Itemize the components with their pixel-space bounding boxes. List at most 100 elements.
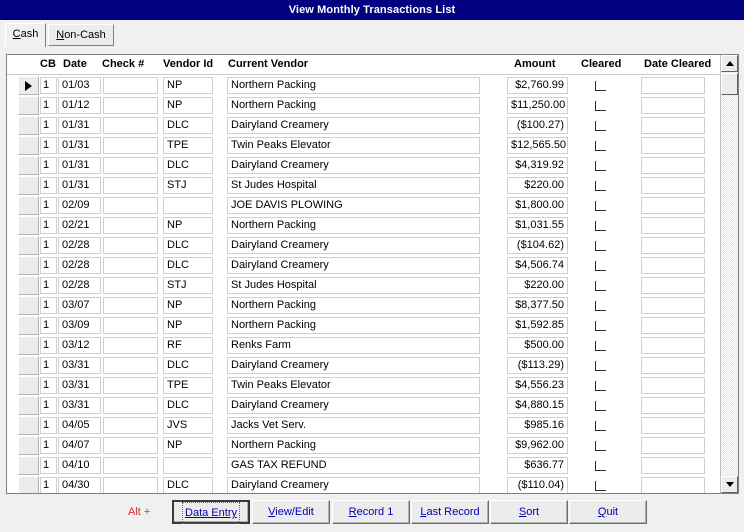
cell-cleared-checkbox[interactable] [595, 381, 606, 391]
cell-vendor-id[interactable]: STJ [163, 177, 213, 194]
cell-check-number[interactable] [103, 177, 158, 194]
cell-cleared-checkbox[interactable] [595, 261, 606, 271]
cell-cleared-checkbox[interactable] [595, 481, 606, 491]
column-header-cb[interactable]: CB [40, 58, 56, 70]
cell-check-number[interactable] [103, 117, 158, 134]
cell-vendor-id[interactable]: NP [163, 437, 213, 454]
table-row[interactable]: 1 04/10 GAS TAX REFUND $636.77 [7, 456, 721, 476]
cell-cb[interactable]: 1 [40, 417, 57, 434]
cell-cleared-checkbox[interactable] [595, 301, 606, 311]
cell-date-cleared[interactable] [641, 317, 705, 334]
cell-cb[interactable]: 1 [40, 117, 57, 134]
cell-amount[interactable]: $636.77 [507, 457, 568, 474]
cell-check-number[interactable] [103, 97, 158, 114]
cell-check-number[interactable] [103, 297, 158, 314]
cell-amount[interactable]: $1,031.55 [507, 217, 568, 234]
cell-vendor-id[interactable]: TPE [163, 137, 213, 154]
cell-amount[interactable]: ($110.04) [507, 477, 568, 493]
cell-amount[interactable]: $11,250.00 [507, 97, 568, 114]
cell-vendor-id[interactable]: NP [163, 77, 213, 94]
row-selector[interactable] [18, 196, 39, 215]
row-selector[interactable] [18, 476, 39, 493]
cell-cleared-checkbox[interactable] [595, 101, 606, 111]
cell-cleared-checkbox[interactable] [595, 401, 606, 411]
cell-date[interactable]: 02/09 [58, 197, 101, 214]
cell-check-number[interactable] [103, 477, 158, 493]
cell-amount[interactable]: $220.00 [507, 177, 568, 194]
cell-cleared-checkbox[interactable] [595, 361, 606, 371]
tab-non-cash[interactable]: Non-Cash [48, 24, 114, 46]
cell-date[interactable]: 03/31 [58, 397, 101, 414]
cell-date-cleared[interactable] [641, 177, 705, 194]
cell-check-number[interactable] [103, 437, 158, 454]
scroll-up-button[interactable] [721, 55, 738, 72]
row-selector[interactable] [18, 436, 39, 455]
column-header-amount[interactable]: Amount [514, 58, 556, 70]
column-header-vendor-id[interactable]: Vendor Id [163, 58, 213, 70]
cell-check-number[interactable] [103, 217, 158, 234]
table-row[interactable]: 1 01/31 DLC Dairyland Creamery $4,319.92 [7, 156, 721, 176]
cell-check-number[interactable] [103, 377, 158, 394]
view-edit-button[interactable]: View/Edit [252, 500, 330, 524]
cell-amount[interactable]: $4,556.23 [507, 377, 568, 394]
cell-cleared-checkbox[interactable] [595, 461, 606, 471]
cell-current-vendor[interactable]: GAS TAX REFUND [227, 457, 480, 474]
cell-check-number[interactable] [103, 337, 158, 354]
cell-current-vendor[interactable]: Northern Packing [227, 317, 480, 334]
cell-cb[interactable]: 1 [40, 137, 57, 154]
table-row[interactable]: 1 03/31 DLC Dairyland Creamery ($113.29) [7, 356, 721, 376]
cell-current-vendor[interactable]: Northern Packing [227, 217, 480, 234]
cell-cb[interactable]: 1 [40, 297, 57, 314]
cell-date[interactable]: 02/28 [58, 277, 101, 294]
row-selector[interactable] [18, 76, 39, 95]
cell-vendor-id[interactable]: DLC [163, 477, 213, 493]
cell-check-number[interactable] [103, 457, 158, 474]
row-selector[interactable] [18, 336, 39, 355]
cell-current-vendor[interactable]: Dairyland Creamery [227, 257, 480, 274]
quit-button[interactable]: Quit [569, 500, 647, 524]
cell-current-vendor[interactable]: Dairyland Creamery [227, 237, 480, 254]
cell-amount[interactable]: $2,760.99 [507, 77, 568, 94]
cell-vendor-id[interactable]: DLC [163, 157, 213, 174]
cell-cleared-checkbox[interactable] [595, 141, 606, 151]
cell-date-cleared[interactable] [641, 477, 705, 493]
row-selector[interactable] [18, 396, 39, 415]
cell-cleared-checkbox[interactable] [595, 81, 606, 91]
cell-date-cleared[interactable] [641, 137, 705, 154]
cell-check-number[interactable] [103, 397, 158, 414]
cell-check-number[interactable] [103, 197, 158, 214]
cell-amount[interactable]: ($113.29) [507, 357, 568, 374]
cell-date[interactable]: 04/05 [58, 417, 101, 434]
cell-check-number[interactable] [103, 137, 158, 154]
cell-date-cleared[interactable] [641, 297, 705, 314]
cell-current-vendor[interactable]: Dairyland Creamery [227, 117, 480, 134]
cell-vendor-id[interactable]: DLC [163, 397, 213, 414]
row-selector[interactable] [18, 316, 39, 335]
cell-cleared-checkbox[interactable] [595, 161, 606, 171]
cell-date-cleared[interactable] [641, 157, 705, 174]
cell-date[interactable]: 01/31 [58, 157, 101, 174]
table-row[interactable]: 1 02/28 STJ St Judes Hospital $220.00 [7, 276, 721, 296]
cell-date[interactable]: 03/31 [58, 377, 101, 394]
table-row[interactable]: 1 03/07 NP Northern Packing $8,377.50 [7, 296, 721, 316]
cell-amount[interactable]: $220.00 [507, 277, 568, 294]
cell-cb[interactable]: 1 [40, 217, 57, 234]
cell-date-cleared[interactable] [641, 337, 705, 354]
cell-vendor-id[interactable]: NP [163, 297, 213, 314]
cell-amount[interactable]: $4,880.15 [507, 397, 568, 414]
cell-current-vendor[interactable]: Northern Packing [227, 437, 480, 454]
cell-date[interactable]: 02/28 [58, 237, 101, 254]
cell-cleared-checkbox[interactable] [595, 441, 606, 451]
sort-button[interactable]: Sort [490, 500, 568, 524]
table-row[interactable]: 1 03/31 TPE Twin Peaks Elevator $4,556.23 [7, 376, 721, 396]
cell-vendor-id[interactable]: RF [163, 337, 213, 354]
cell-current-vendor[interactable]: Northern Packing [227, 77, 480, 94]
cell-vendor-id[interactable]: JVS [163, 417, 213, 434]
cell-date-cleared[interactable] [641, 377, 705, 394]
cell-date[interactable]: 03/12 [58, 337, 101, 354]
cell-cleared-checkbox[interactable] [595, 321, 606, 331]
cell-date[interactable]: 01/31 [58, 117, 101, 134]
cell-check-number[interactable] [103, 237, 158, 254]
cell-vendor-id[interactable] [163, 197, 213, 214]
row-selector[interactable] [18, 276, 39, 295]
